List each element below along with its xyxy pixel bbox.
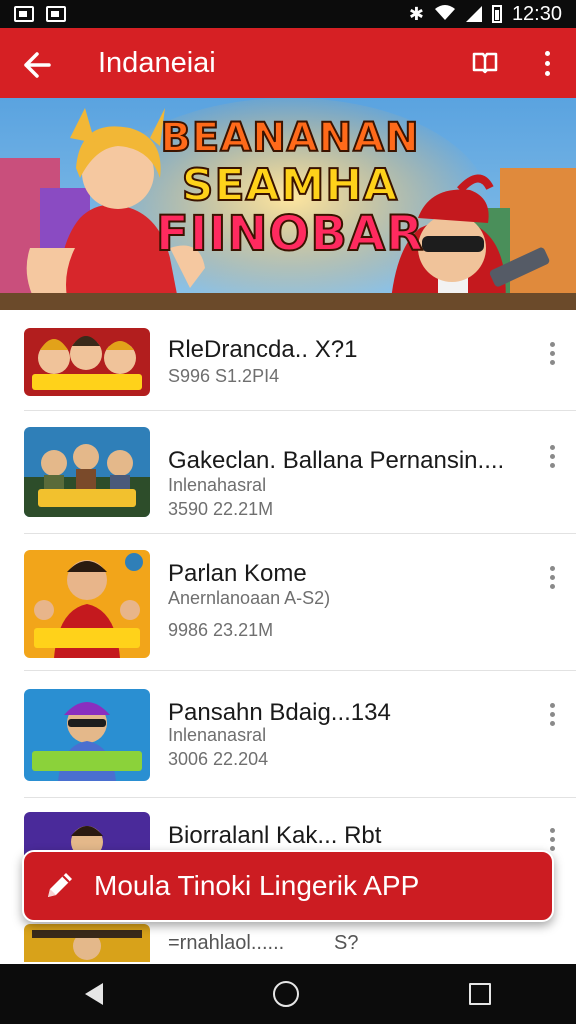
wifi-icon	[434, 3, 456, 26]
arrow-left-icon	[24, 52, 51, 78]
item-title: Gakeclan. Ballana Pernansin....	[168, 447, 505, 474]
banner-line-1: BEANANAN	[159, 114, 420, 162]
thumbnail	[24, 689, 150, 781]
banner-line-2: SEAMHA	[181, 160, 399, 211]
photo-icon	[46, 6, 66, 22]
clock: 12:30	[511, 2, 562, 25]
item-subtitle: Inlenanasral	[168, 725, 267, 745]
page-title: Indaneiai	[98, 46, 216, 79]
app-bar: Indaneiai	[0, 28, 576, 98]
bookmark-button[interactable]	[472, 51, 498, 75]
status-bar: ✱ 12:30	[0, 0, 576, 28]
square-recents-icon[interactable]	[469, 983, 491, 1005]
item-meta: S?	[334, 932, 359, 954]
item-meta: 3590 22.21M	[168, 499, 274, 519]
item-menu-button[interactable]	[546, 566, 558, 589]
item-title: =rnahlaol......	[168, 932, 285, 954]
signal-icon	[465, 6, 482, 22]
item-title: Biorralanl Kak... Rbt	[168, 822, 382, 849]
item-title: Parlan Kome	[168, 560, 307, 587]
banner-headline: BEANANAN SEAMHA FIINOBAR	[140, 114, 440, 262]
battery-icon	[491, 5, 502, 23]
thumbnail	[24, 550, 150, 658]
book-icon	[472, 52, 498, 74]
list-item[interactable]: Parlan Kome Anernlanoaan A-S2) 9986 23.2…	[0, 534, 576, 670]
image-icon	[14, 6, 34, 22]
item-meta: 9986 23.21M	[168, 620, 274, 640]
system-nav-bar	[0, 964, 576, 1024]
pencil-icon	[24, 869, 94, 903]
item-meta: 3006 22.204	[168, 749, 269, 769]
item-menu-button[interactable]	[546, 703, 558, 726]
list-item[interactable]: =rnahlaol...... S?	[0, 922, 576, 962]
banner-line-3: FIINOBAR	[155, 206, 425, 262]
list-item[interactable]: RleDrancda.. X?1 S996 S1.2PI4	[0, 310, 576, 410]
hero-banner[interactable]: BEANANAN SEAMHA FIINOBAR	[0, 98, 576, 310]
item-subtitle: Anernlanoaan A-S2)	[168, 588, 331, 608]
item-meta: S996 S1.2PI4	[168, 366, 280, 386]
item-menu-button[interactable]	[546, 445, 558, 468]
thumbnail	[24, 427, 150, 517]
list-item[interactable]: Gakeclan. Ballana Pernansin.... Inlenaha…	[0, 411, 576, 533]
open-app-button[interactable]: Moula Tinoki Lingerik APP	[22, 850, 554, 922]
bluetooth-icon: ✱	[408, 3, 424, 24]
thumbnail	[24, 924, 150, 962]
item-menu-button[interactable]	[546, 828, 558, 851]
item-title: Pansahn Bdaig...134	[168, 699, 391, 726]
item-subtitle: Inlenahasral	[168, 475, 267, 495]
back-button[interactable]	[0, 28, 74, 98]
cta-label: Moula Tinoki Lingerik APP	[94, 870, 420, 901]
circle-home-icon[interactable]	[273, 981, 299, 1007]
overflow-menu-button[interactable]	[536, 50, 558, 76]
item-title: RleDrancda.. X?1	[168, 336, 358, 363]
triangle-back-icon[interactable]	[85, 983, 103, 1005]
thumbnail	[24, 328, 150, 396]
list-item[interactable]: Pansahn Bdaig...134 Inlenanasral 3006 22…	[0, 671, 576, 797]
item-menu-button[interactable]	[546, 342, 558, 365]
